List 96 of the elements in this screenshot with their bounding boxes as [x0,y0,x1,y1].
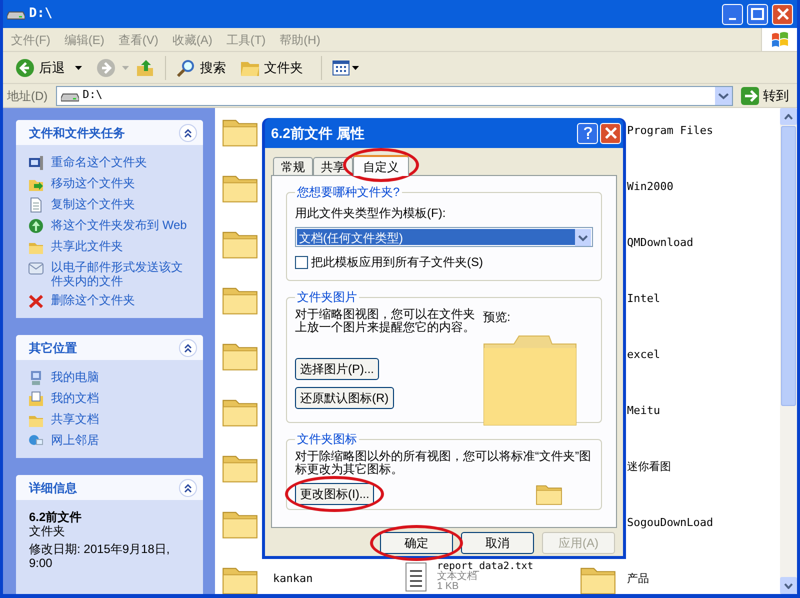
file-name[interactable]: 产品 [627,570,649,588]
file-size: 1 KB [437,582,460,592]
description: 对于缩略图视图，您可以在文件夹上放一个图片来提醒您它的内容。 [295,308,476,334]
task-link[interactable]: 重命名这个文件夹 [51,155,147,169]
down-caret-icon [784,582,793,588]
panel-title: 详细信息 [29,480,77,496]
file-name[interactable]: 迷你看图 [627,458,671,476]
close-icon [776,8,788,20]
scroll-down-button[interactable] [780,577,797,594]
minimize-button[interactable] [722,4,743,24]
go-button[interactable]: 转到 [737,86,793,106]
group-title: 文件夹图片 [296,289,358,306]
task-link[interactable]: 删除这个文件夹 [51,293,135,307]
modified-date: 修改日期: 2015年9月18日, 9:00 [29,542,171,570]
file-name[interactable]: Intel [627,290,660,308]
maximize-button[interactable] [747,4,768,24]
close-button[interactable] [600,122,621,144]
help-button[interactable] [577,122,598,144]
file-name[interactable]: kankan [273,570,313,588]
dropdown-caret-icon [75,66,82,70]
search-button[interactable]: 搜索 [172,58,230,78]
globe-icon [28,218,44,234]
dialog-button[interactable]: 还原默认图标(R) [295,387,394,409]
envelope-icon [28,260,44,276]
preview-label: 预览: [483,309,512,326]
checkbox[interactable] [295,256,308,268]
address-field[interactable]: D:\ [56,86,733,106]
tab[interactable]: 常规 [273,157,313,175]
checkbox-label[interactable]: 把此模板应用到所有子文件夹(S) [311,253,483,271]
scroll-up-button[interactable] [780,108,797,125]
dialog-button[interactable]: 选择图片(P)... [295,358,379,380]
chevron-icon [183,482,193,492]
description: 对于除缩略图以外的所有视图，您可以将标准“文件夹”图标更改为其它图标。 [295,450,592,476]
file-type: 文本文档 [437,572,477,582]
task-link[interactable]: 将这个文件夹发布到 Web [51,218,187,232]
item-name: 6.2前文件 [29,510,83,524]
close-button[interactable] [772,4,793,24]
address-text: D:\ [82,87,104,104]
task-link[interactable]: 我的电脑 [51,370,99,384]
file-name[interactable]: Meitu [627,402,660,420]
file-name[interactable]: Program Files [627,122,714,140]
maximize-icon [751,8,764,20]
question-mark-icon [582,126,594,140]
dialog-title: 6.2前文件 属性 [271,124,366,142]
documents-icon [28,391,44,407]
task-link[interactable]: 我的文档 [51,391,99,405]
dialog-button[interactable]: 取消 [461,532,534,554]
address-label: 地址(D) [7,88,48,104]
back-button[interactable]: 后退 [11,58,69,78]
file-name[interactable]: excel [627,346,660,364]
group-title: 您想要哪种文件夹? [296,184,401,201]
tab[interactable]: 共享 [313,157,353,175]
go-arrow-icon [741,86,759,104]
panel-title: 文件和文件夹任务 [29,124,125,142]
collapse-button[interactable] [179,478,197,496]
document-icon [28,197,44,213]
up-caret-icon [784,114,793,120]
windows-logo-icon [770,32,788,48]
tab[interactable]: 自定义 [353,155,409,176]
panel-title: 其它位置 [29,340,77,356]
monitor-icon [28,155,44,171]
computer-icon [28,370,44,386]
file-name[interactable]: SogouDownLoad [627,514,714,532]
collapse-button[interactable] [179,338,197,356]
dropdown-caret-icon [352,66,359,70]
scroll-thumb[interactable] [781,126,796,406]
folder-preview-icon [483,334,577,426]
task-link[interactable]: 以电子邮件形式发送该文件夹内的文件 [51,260,191,288]
template-select[interactable]: 文档(任何文件类型) [295,227,593,247]
task-link[interactable]: 移动这个文件夹 [51,176,135,190]
task-link[interactable]: 共享此文件夹 [51,239,123,253]
chevron-icon [183,342,193,352]
dropdown-caret-icon [122,66,129,70]
views-grid-icon [332,60,350,76]
chevron-icon [183,128,193,138]
task-link[interactable]: 复制这个文件夹 [51,197,135,211]
file-name[interactable]: report_data2.txt [437,562,534,572]
file-name[interactable]: QMDownload [627,234,694,252]
task-link[interactable]: 网上邻居 [51,433,99,447]
field-label: 用此文件夹类型作为模板(F): [295,205,447,222]
window-title: D:\ [29,5,54,24]
change-icon-button[interactable]: 更改图标(I)... [295,482,374,504]
group-title: 文件夹图标 [296,431,358,448]
collapse-button[interactable] [179,124,197,142]
folders-button[interactable]: 文件夹 [236,58,307,78]
scrollbar[interactable] [780,108,797,594]
delete-icon [28,293,44,309]
task-link[interactable]: 共享文档 [51,412,99,426]
file-name[interactable]: Win2000 [627,178,674,196]
dialog-button[interactable]: 确定 [380,532,453,554]
selected-value: 文档(任何文件类型) [297,229,575,245]
up-folder-icon [135,58,155,78]
close-icon [604,127,616,139]
minimize-icon [729,18,736,20]
item-type: 文件夹 [29,524,66,538]
search-icon [176,58,196,78]
